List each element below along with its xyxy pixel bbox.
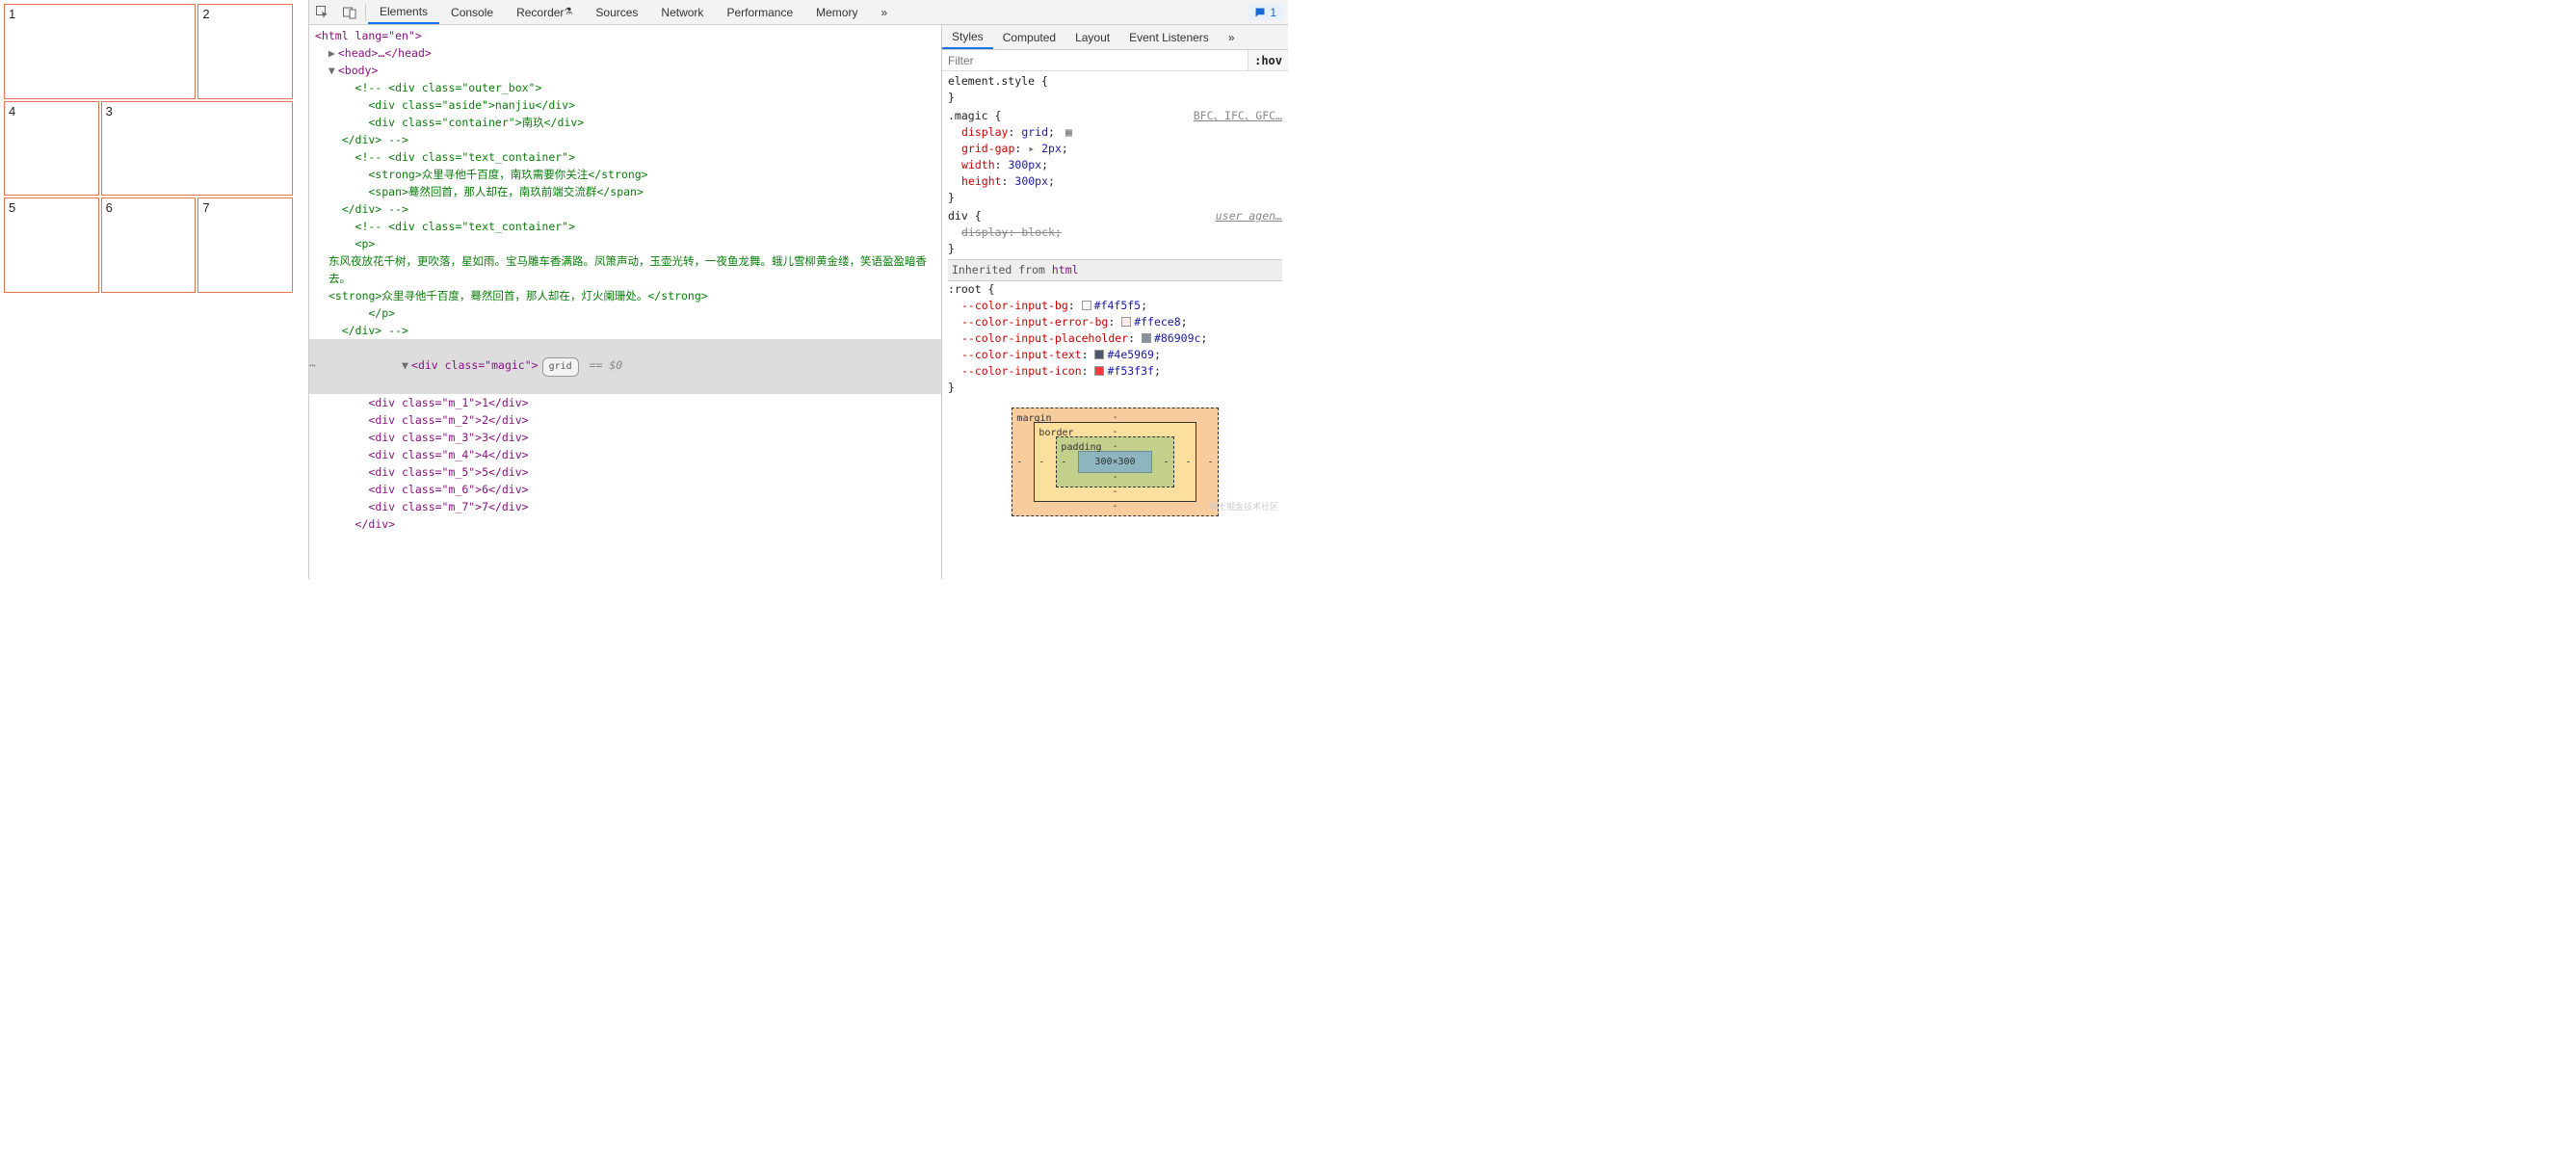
overflow-icon[interactable]: ⋯	[309, 356, 316, 374]
separator	[365, 4, 366, 21]
grid-cell: 7	[197, 197, 293, 293]
grid-cell: 6	[101, 197, 197, 293]
grid-cell: 5	[4, 197, 99, 293]
grid-cell: 1	[4, 4, 196, 99]
styles-sidebar: StylesComputedLayoutEvent Listeners » :h…	[941, 25, 1288, 579]
css-prop: display	[961, 225, 1008, 239]
dom-node[interactable]: <div class="m_2">2</div>	[315, 411, 941, 429]
tab-network[interactable]: Network	[649, 0, 715, 24]
rule-source-ua: user agen…	[1216, 208, 1282, 224]
css-value: block	[1021, 225, 1055, 239]
css-declaration[interactable]: --color-input-icon: #f53f3f;	[948, 363, 1282, 380]
rule-close: }	[948, 380, 1282, 396]
dom-comment: <span>蓦然回首，那人却在，南玖前端交流群</span>	[315, 183, 941, 200]
dom-node[interactable]: <html lang="en">	[315, 29, 422, 42]
rule-selector: element.style {	[948, 73, 1282, 90]
dom-comment: </div> -->	[315, 131, 941, 148]
rule-source-link[interactable]: BFC、IFC、GFC…	[1194, 108, 1282, 124]
styles-filter-input[interactable]	[942, 50, 1248, 70]
grid-cell: 4	[4, 101, 99, 197]
grid-container: 1 2 4 3 5 6 7	[4, 4, 293, 293]
chat-icon	[1254, 7, 1266, 18]
dom-comment: 东风夜放花千树，更吹落，星如雨。宝马雕车香满路。凤箫声动，玉壶光转，一夜鱼龙舞。…	[315, 252, 941, 287]
styles-filter-row: :hov	[942, 50, 1288, 71]
dom-comment: </div> -->	[315, 200, 941, 218]
dom-comment: <div class="aside">nanjiu</div>	[315, 96, 941, 114]
dom-comment: </div> -->	[315, 322, 941, 339]
dom-comment[interactable]: <!-- <div class="text_container">	[315, 148, 941, 166]
dom-node[interactable]: <div class="m_6">6</div>	[315, 481, 941, 498]
grid-badge[interactable]: grid	[542, 357, 579, 377]
style-rule[interactable]: div { user agen… display: block; }	[948, 208, 1282, 257]
dom-node[interactable]: <div class="m_7">7</div>	[315, 498, 941, 515]
device-toggle-icon[interactable]	[336, 5, 363, 20]
dom-node[interactable]: <body>	[338, 64, 379, 77]
tab-memory[interactable]: Memory	[804, 0, 869, 24]
tab-overflow[interactable]: »	[1219, 25, 1245, 49]
dom-node[interactable]: <div class="m_3">3</div>	[315, 429, 941, 446]
side-tab-styles[interactable]: Styles	[942, 25, 993, 49]
watermark: 稀土掘金技术社区	[1209, 500, 1278, 516]
dom-node[interactable]: <div class="m_5">5</div>	[315, 463, 941, 481]
css-declaration[interactable]: --color-input-text: #4e5969;	[948, 347, 1282, 363]
dom-comment: <div class="container">南玖</div>	[315, 114, 941, 131]
hov-toggle[interactable]: :hov	[1248, 50, 1288, 70]
rule-close: }	[948, 190, 1282, 206]
devtools-toolbar: ElementsConsoleRecorder ⚗SourcesNetworkP…	[309, 0, 1288, 25]
rendered-page: 1 2 4 3 5 6 7	[0, 0, 308, 579]
devtools-panel: ElementsConsoleRecorder ⚗SourcesNetworkP…	[308, 0, 1288, 579]
style-rule[interactable]: .magic { BFC、IFC、GFC… display: grid; ▦gr…	[948, 108, 1282, 206]
grid-cell: 3	[101, 101, 293, 197]
dom-comment[interactable]: <!-- <div class="text_container">	[315, 218, 941, 235]
styles-tabs: StylesComputedLayoutEvent Listeners »	[942, 25, 1288, 50]
css-declaration[interactable]: grid-gap: ▸ 2px;	[948, 141, 1282, 157]
inherited-from-bar: Inherited from html	[948, 259, 1282, 281]
rule-selector: .magic {	[948, 108, 1001, 124]
side-tab-layout[interactable]: Layout	[1065, 25, 1119, 49]
expand-icon[interactable]: ▶	[329, 44, 338, 62]
css-declaration[interactable]: --color-input-bg: #f4f5f5;	[948, 298, 1282, 314]
rule-close: }	[948, 90, 1282, 106]
grid-toggle-icon[interactable]: ▦	[1065, 125, 1072, 139]
tab-overflow[interactable]: »	[869, 0, 899, 24]
dom-comment: <strong>众里寻他千百度，蓦然回首，那人却在，灯火阑珊处。</strong…	[315, 287, 941, 304]
style-rule[interactable]: element.style { }	[948, 73, 1282, 106]
css-declaration[interactable]: width: 300px;	[948, 157, 1282, 173]
css-declaration[interactable]: display: grid; ▦	[948, 124, 1282, 141]
dom-node[interactable]: <div class="m_1">1</div>	[315, 394, 941, 411]
bm-label-padding: padding	[1061, 439, 1101, 456]
dom-node[interactable]: <div class="m_4">4</div>	[315, 446, 941, 463]
tab-elements[interactable]: Elements	[368, 0, 439, 24]
issues-badge[interactable]: 1	[1249, 5, 1282, 20]
css-declaration[interactable]: --color-input-error-bg: #ffece8;	[948, 314, 1282, 330]
dom-node[interactable]: <head>…</head>	[338, 46, 432, 60]
dom-tag: <div class="magic">	[411, 358, 539, 372]
side-tab-event-listeners[interactable]: Event Listeners	[1119, 25, 1219, 49]
dom-comment[interactable]: <!-- <div class="outer_box">	[315, 79, 941, 96]
dom-comment: <strong>众里寻他千百度，南玖需要你关注</strong>	[315, 166, 941, 183]
selected-indicator: == $0	[583, 358, 623, 372]
rule-selector: div {	[948, 208, 982, 224]
rule-selector: :root {	[948, 281, 1282, 298]
grid-cell: 2	[197, 4, 293, 99]
dom-comment: <p>	[315, 235, 941, 252]
elements-dom-tree[interactable]: <html lang="en"> ▶<head>…</head> ▼<body>…	[309, 25, 941, 579]
box-model[interactable]: margin - - - - border - - - - padding	[948, 398, 1282, 520]
css-declaration[interactable]: --color-input-placeholder: #86909c;	[948, 330, 1282, 347]
side-tab-computed[interactable]: Computed	[993, 25, 1065, 49]
tab-performance[interactable]: Performance	[715, 0, 804, 24]
collapse-icon[interactable]: ▼	[329, 62, 338, 79]
dom-comment: </p>	[315, 304, 941, 322]
dom-node[interactable]: </div>	[355, 517, 396, 531]
tab-recorder[interactable]: Recorder ⚗	[505, 0, 584, 24]
inspect-icon[interactable]	[309, 5, 336, 20]
style-rule[interactable]: :root { --color-input-bg: #f4f5f5;--colo…	[948, 281, 1282, 396]
rule-close: }	[948, 241, 1282, 257]
css-declaration[interactable]: height: 300px;	[948, 173, 1282, 190]
tab-sources[interactable]: Sources	[584, 0, 649, 24]
dom-node-selected[interactable]: ⋯ ▼<div class="magic">grid == $0	[309, 339, 941, 394]
tab-console[interactable]: Console	[439, 0, 505, 24]
issues-count: 1	[1270, 6, 1276, 19]
styles-rules[interactable]: element.style { } .magic { BFC、IFC、GFC… …	[942, 71, 1288, 528]
